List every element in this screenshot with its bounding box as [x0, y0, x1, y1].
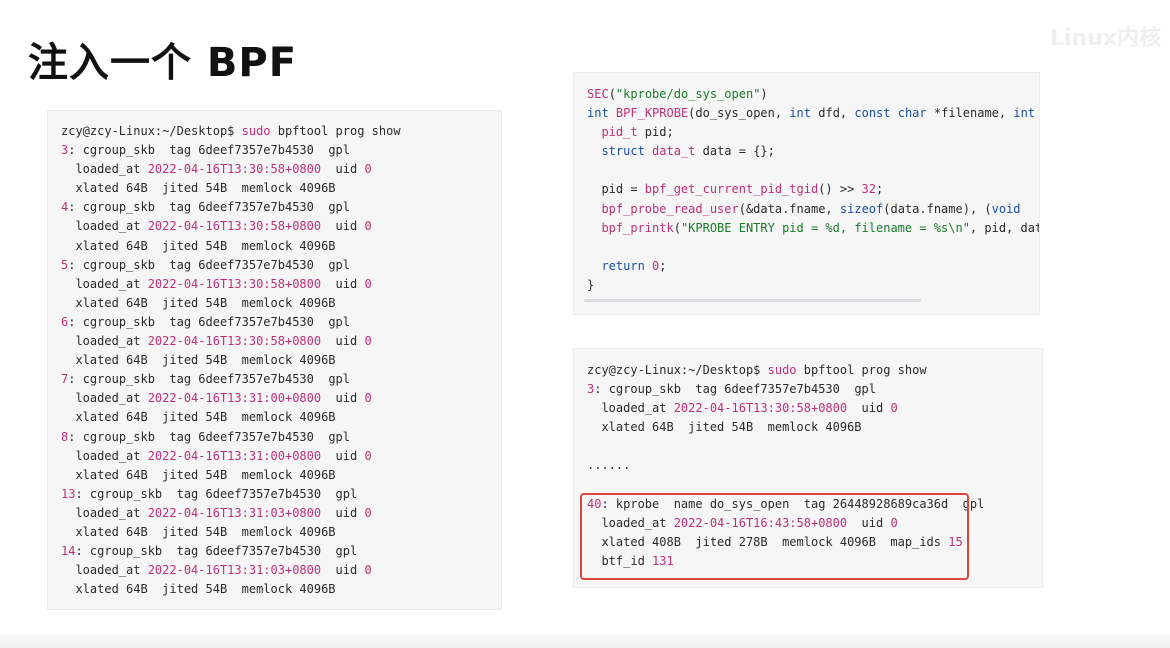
prog-uid: 0	[364, 448, 372, 463]
prog-head: cgroup_skb tag 6deef7357e7b4530 gpl	[75, 143, 351, 158]
prog-loaded-at: 2022-04-16T13:30:58+0800	[673, 401, 848, 416]
prog-head: cgroup_skb tag 6deef7357e7b4530 gpl	[75, 200, 351, 215]
prog-id: 5	[61, 257, 69, 272]
code-line: return 0;	[601, 258, 667, 273]
highlight-box	[580, 493, 969, 580]
terminal-prompt: zcy@zcy-Linux:~/Desktop$	[587, 363, 761, 377]
prog-xlated: xlated 64B jited 54B memlock 4096B	[61, 524, 336, 539]
prog-uid: 0	[364, 505, 372, 520]
prog-xlated: xlated 64B jited 54B memlock 4096B	[61, 353, 336, 368]
prog-head: cgroup_skb tag 6deef7357e7b4530 gpl	[82, 486, 358, 501]
prog-uid: 0	[364, 162, 372, 177]
prog-xlated: xlated 64B jited 54B memlock 4096B	[61, 181, 336, 196]
prog-id: 4	[61, 200, 69, 215]
prog-loaded-at: 2022-04-16T13:30:58+0800	[147, 162, 322, 177]
bottom-bar	[0, 634, 1170, 648]
code-line: bpf_printk("KPROBE ENTRY pid = %d, filen…	[601, 220, 1039, 235]
prog-xlated: xlated 64B jited 54B memlock 4096B	[61, 410, 336, 425]
prog-loaded-at: 2022-04-16T13:30:58+0800	[147, 334, 322, 349]
terminal-command-sudo: sudo	[241, 124, 271, 138]
horizontal-scrollbar[interactable]	[584, 299, 921, 302]
prog-xlated: xlated 64B jited 54B memlock 4096B	[61, 238, 336, 253]
prog-uid: 0	[364, 219, 372, 234]
terminal-command-sudo: sudo	[767, 363, 797, 377]
prog-loaded-at: 2022-04-16T13:30:58+0800	[147, 219, 322, 234]
code-line: pid_t pid;	[601, 125, 674, 140]
prog-uid: 0	[890, 401, 898, 416]
prog-uid: 0	[364, 391, 372, 406]
prog-head: cgroup_skb tag 6deef7357e7b4530 gpl	[82, 544, 358, 559]
prog-id: 6	[61, 314, 69, 329]
prog-uid: 0	[364, 563, 372, 578]
prog-loaded-at: 2022-04-16T13:31:00+0800	[147, 448, 322, 463]
prog-id: 14	[61, 544, 76, 559]
prog-id: 8	[61, 429, 69, 444]
prog-id: 13	[61, 486, 76, 501]
terminal-command-rest: bpftool prog show	[796, 363, 927, 377]
left-terminal-output: zcy@zcy-Linux:~/Desktop$ sudo bpftool pr…	[61, 124, 401, 597]
prog-loaded-at: 2022-04-16T13:30:58+0800	[147, 276, 322, 291]
prog-loaded-at: 2022-04-16T13:31:00+0800	[147, 391, 322, 406]
prog-uid: 0	[364, 276, 372, 291]
prog-id: 7	[61, 372, 69, 387]
prog-head: cgroup_skb tag 6deef7357e7b4530 gpl	[75, 314, 351, 329]
prog-loaded-at: 2022-04-16T13:31:03+0800	[147, 505, 322, 520]
prog-head: cgroup_skb tag 6deef7357e7b4530 gpl	[75, 429, 351, 444]
prog-head: cgroup_skb tag 6deef7357e7b4530 gpl	[75, 257, 351, 272]
code-line: pid = bpf_get_current_pid_tgid() >> 32;	[587, 182, 884, 197]
ellipsis: ......	[587, 458, 631, 473]
code-line: int BPF_KPROBE(do_sys_open, int dfd, con…	[587, 106, 1036, 121]
code-line: bpf_probe_read_user(&data.fname, sizeof(…	[601, 201, 1021, 216]
terminal-command-rest: bpftool prog show	[270, 124, 401, 138]
terminal-prompt: zcy@zcy-Linux:~/Desktop$	[61, 124, 235, 138]
prog-xlated: xlated 64B jited 54B memlock 4096B	[587, 420, 862, 435]
code-panel: SEC("kprobe/do_sys_open") int BPF_KPROBE…	[573, 72, 1040, 315]
code-line: struct data_t data = {};	[601, 144, 775, 159]
prog-xlated: xlated 64B jited 54B memlock 4096B	[61, 582, 336, 597]
prog-loaded-at: 2022-04-16T13:31:03+0800	[147, 563, 322, 578]
prog-id: 3	[587, 382, 595, 397]
prog-id: 3	[61, 143, 69, 158]
code-line: }	[587, 277, 595, 292]
code-block: SEC("kprobe/do_sys_open") int BPF_KPROBE…	[587, 85, 1039, 295]
slide-title: 注入一个 BPF	[28, 40, 298, 86]
code-line: SEC("kprobe/do_sys_open")	[587, 87, 768, 101]
prog-xlated: xlated 64B jited 54B memlock 4096B	[61, 467, 336, 482]
left-terminal-panel: zcy@zcy-Linux:~/Desktop$ sudo bpftool pr…	[47, 110, 502, 610]
watermark: Linux内核	[1050, 26, 1162, 51]
prog-head: cgroup_skb tag 6deef7357e7b4530 gpl	[601, 382, 877, 397]
prog-xlated: xlated 64B jited 54B memlock 4096B	[61, 295, 336, 310]
prog-uid: 0	[364, 334, 372, 349]
prog-head: cgroup_skb tag 6deef7357e7b4530 gpl	[75, 372, 351, 387]
